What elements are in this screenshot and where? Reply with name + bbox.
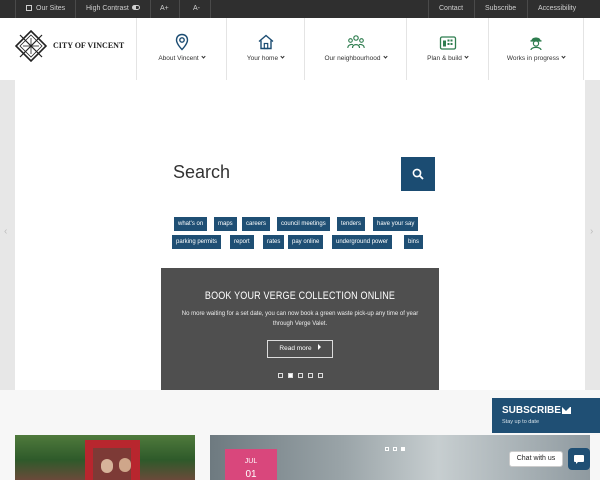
photo-person <box>101 459 113 473</box>
accessibility-link[interactable]: Accessibility <box>527 0 586 18</box>
quick-link-rates[interactable]: rates <box>263 235 285 249</box>
city-crest-icon <box>15 30 47 62</box>
subscribe-subtitle: Stay up to date <box>502 419 539 425</box>
grid-icon <box>26 5 32 11</box>
promo-text: No more waiting for a set date, you can … <box>181 311 419 327</box>
chat-label[interactable]: Chat with us <box>509 451 563 467</box>
site-header: CITY OF VINCENT About Vincent Your home … <box>0 18 600 80</box>
subscribe-title: SUBSCRIBE <box>502 405 561 416</box>
search-input[interactable]: Search <box>173 162 230 183</box>
slide-dot[interactable] <box>385 447 389 451</box>
search-icon <box>412 168 424 180</box>
chevron-down-icon <box>561 54 566 59</box>
slide-dot[interactable] <box>393 447 397 451</box>
high-contrast-toggle[interactable]: High Contrast <box>76 0 151 18</box>
font-increase-button[interactable]: A+ <box>150 0 180 18</box>
chat-bubble-icon <box>574 455 584 464</box>
event-month: JUL <box>244 458 258 465</box>
carousel-prev-icon[interactable]: ‹ <box>4 226 7 237</box>
map-pin-icon <box>175 33 188 51</box>
read-more-label: Read more <box>279 345 312 352</box>
slide-dot[interactable] <box>278 373 283 378</box>
font-decrease-label: A- <box>193 5 200 12</box>
nav-your-home[interactable]: Your home <box>226 18 304 80</box>
nav-our-neighbourhood[interactable]: Our neighbourhood <box>304 18 406 80</box>
font-increase-label: A+ <box>160 5 169 12</box>
event-day: 01 <box>245 469 257 480</box>
contact-label: Contact <box>439 5 464 12</box>
our-sites-label: Our Sites <box>36 5 66 12</box>
slide-dot-active[interactable] <box>288 373 293 378</box>
carousel-next-icon[interactable]: › <box>590 226 593 237</box>
quick-link-have-your-say[interactable]: have your say <box>373 217 419 231</box>
quick-link-report[interactable]: report <box>230 235 254 249</box>
quick-link-underground-power[interactable]: underground power <box>332 235 393 249</box>
subscribe-link[interactable]: Subscribe <box>474 0 526 18</box>
people-icon <box>346 35 365 49</box>
slide-dot[interactable] <box>298 373 303 378</box>
quick-link-careers[interactable]: careers <box>242 217 271 231</box>
nav-works-in-progress[interactable]: Works in progress <box>488 18 584 80</box>
nav-plan-and-build-label: Plan & build <box>427 55 462 62</box>
subscribe-link-label: Subscribe <box>485 5 517 12</box>
read-more-button[interactable]: Read more <box>267 340 333 358</box>
promo-panel: Book your verge collection online No mor… <box>161 268 439 390</box>
subscribe-widget[interactable]: SUBSCRIBE Stay up to date <box>492 398 600 433</box>
promo-title: Book your verge collection online <box>204 290 396 302</box>
font-decrease-button[interactable]: A- <box>183 0 211 18</box>
utility-bar: Our Sites High Contrast A+ A- Contact Su… <box>0 0 600 18</box>
slide-dot-active[interactable] <box>401 447 405 451</box>
envelope-icon <box>562 407 571 414</box>
nav-works-in-progress-label: Works in progress <box>506 55 560 62</box>
city-logo[interactable]: CITY OF VINCENT <box>15 30 135 64</box>
nav-your-home-label: Your home <box>246 55 279 62</box>
house-icon <box>258 34 273 50</box>
quick-link-council-meetings[interactable]: council meetings <box>277 217 330 231</box>
slide-dot[interactable] <box>308 373 313 378</box>
our-sites-link[interactable]: Our Sites <box>15 0 77 18</box>
contrast-icon <box>131 5 140 10</box>
play-arrow-icon <box>317 344 321 350</box>
quick-link-parking-permits[interactable]: parking permits <box>172 235 222 249</box>
community-photo[interactable] <box>15 435 195 480</box>
logo-text: CITY OF VINCENT <box>53 41 125 50</box>
event-date-badge: JUL 01 <box>225 449 277 480</box>
photo-person <box>119 458 131 472</box>
slide-dot[interactable] <box>318 373 323 378</box>
chat-button[interactable] <box>568 448 590 470</box>
quick-link-bins[interactable]: bins <box>404 235 424 249</box>
search-button[interactable] <box>401 157 435 191</box>
nav-our-neighbourhood-label: Our neighbourhood <box>324 55 381 62</box>
chevron-down-icon <box>280 54 285 59</box>
nav-about-vincent-label: About Vincent <box>158 55 199 62</box>
accessibility-label: Accessibility <box>538 5 577 12</box>
chevron-down-icon <box>382 54 388 59</box>
nav-about-vincent[interactable]: About Vincent <box>136 18 226 80</box>
quick-link-pay-online[interactable]: pay online <box>288 235 324 249</box>
quick-link-tenders[interactable]: tenders <box>337 217 366 231</box>
chevron-down-icon <box>464 54 469 59</box>
contact-link[interactable]: Contact <box>428 0 473 18</box>
quick-link-whats-on[interactable]: what's on <box>174 217 208 231</box>
high-contrast-label: High Contrast <box>86 5 129 12</box>
chevron-down-icon <box>201 54 206 59</box>
worker-icon <box>530 37 542 51</box>
nav-plan-and-build[interactable]: Plan & build <box>406 18 488 80</box>
quick-link-maps[interactable]: maps <box>214 217 237 231</box>
buildings-icon <box>439 36 456 50</box>
